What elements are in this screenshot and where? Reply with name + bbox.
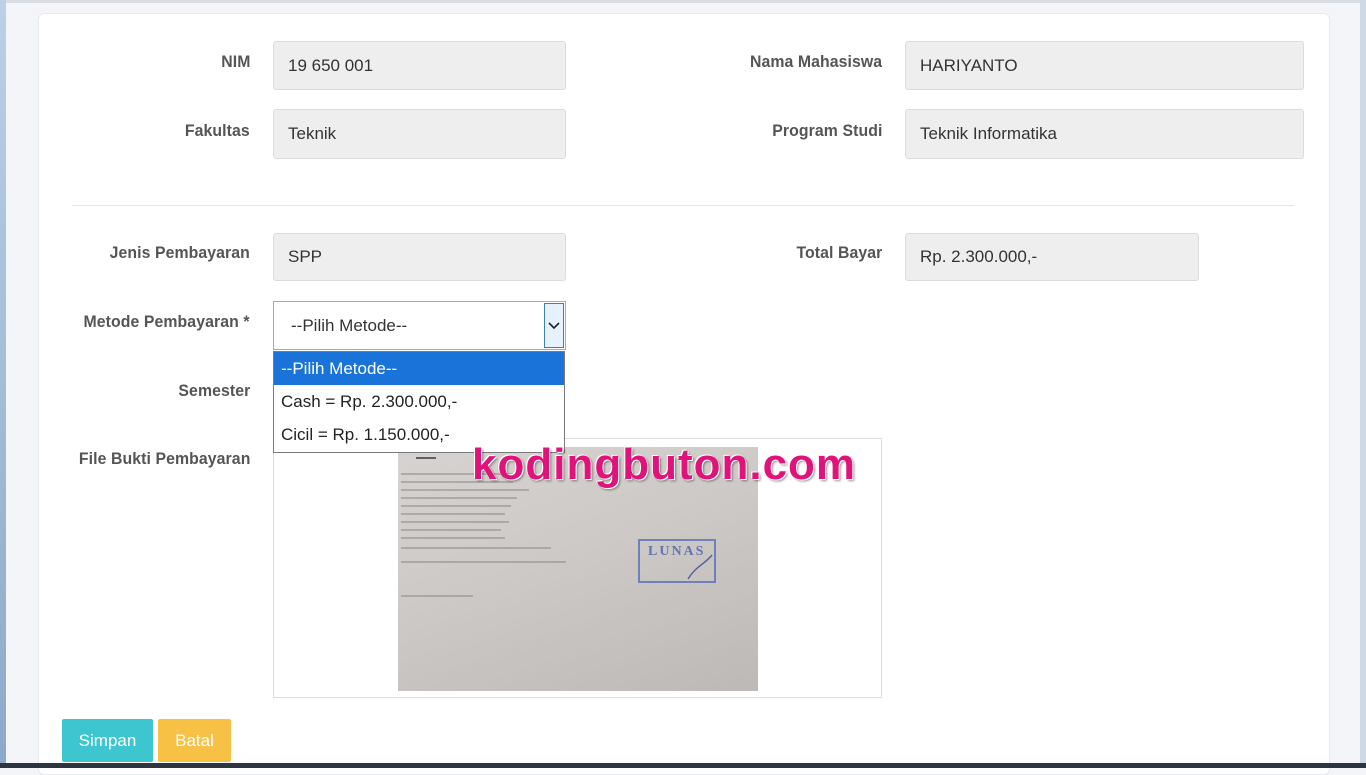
semester-label: Semester — [178, 381, 250, 400]
option-cash[interactable]: Cash = Rp. 2.300.000,- — [274, 385, 564, 418]
metode-pembayaran-select[interactable]: --Pilih Metode-- — [273, 301, 566, 350]
total-bayar-label: Total Bayar — [796, 243, 882, 262]
option-pilih-metode[interactable]: --Pilih Metode-- — [274, 352, 564, 385]
top-border — [0, 0, 1366, 3]
window-right-edge — [1360, 0, 1366, 768]
metode-pembayaran-label: Metode Pembayaran * — [83, 312, 250, 331]
total-bayar-field[interactable]: Rp. 2.300.000,- — [905, 233, 1199, 281]
section-divider — [72, 205, 1294, 206]
watermark-text: kodingbuton.com — [472, 440, 857, 489]
simpan-button[interactable]: Simpan — [62, 719, 153, 762]
jenis-pembayaran-field[interactable]: SPP — [273, 233, 566, 281]
nama-mahasiswa-label: Nama Mahasiswa — [749, 52, 882, 71]
taskbar-edge — [0, 763, 1366, 768]
metode-pembayaran-selected: --Pilih Metode-- — [291, 315, 408, 335]
file-bukti-label: File Bukti Pembayaran — [78, 449, 250, 468]
jenis-pembayaran-label: Jenis Pembayaran — [109, 243, 250, 262]
lunas-stamp: LUNAS — [638, 539, 716, 583]
window-left-edge — [0, 0, 6, 768]
program-studi-field[interactable]: Teknik Informatika — [905, 109, 1304, 159]
chevron-down-icon[interactable] — [544, 303, 564, 348]
program-studi-label: Program Studi — [771, 121, 882, 140]
nim-field[interactable]: 19 650 001 — [273, 41, 566, 90]
nama-mahasiswa-field[interactable]: HARIYANTO — [905, 41, 1304, 90]
fakultas-label: Fakultas — [185, 121, 250, 140]
nim-label: NIM — [220, 52, 250, 71]
batal-button[interactable]: Batal — [158, 719, 231, 762]
fakultas-field[interactable]: Teknik — [273, 109, 566, 159]
metode-pembayaran-dropdown: --Pilih Metode-- Cash = Rp. 2.300.000,- … — [273, 351, 565, 453]
